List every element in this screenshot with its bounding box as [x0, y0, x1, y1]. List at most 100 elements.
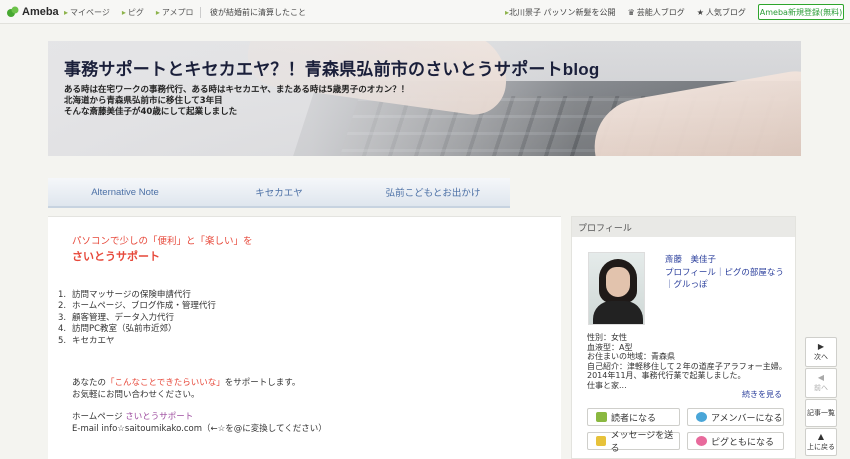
article-list-button[interactable]: 記事一覧 [805, 399, 837, 427]
note-prefix: あなたの [72, 378, 107, 388]
ameba-logo-text: Ameba [22, 6, 59, 18]
back-to-top-label: 上に戻る [807, 443, 835, 451]
floating-article-nav: ▶ 次へ ◀ 前へ 記事一覧 ▲ 上に戻る [805, 337, 837, 456]
triangle-left-icon: ◀ [817, 373, 825, 382]
arrow-icon: ▸ [155, 8, 160, 17]
top-right-links: ▸北川景子 パッソン新髪を公開 ♛ 芸能人ブログ ★ 人気ブログ [505, 7, 746, 18]
register-button[interactable]: Ameba新規登録(無料) [758, 4, 844, 20]
news-link[interactable]: 彼が結婚前に清算したこと [200, 7, 306, 18]
top-nav: ▸ マイページ ▸ ピグ ▸ アメプロ [64, 7, 194, 18]
list-item: 4. 訪問PC教室（弘前市近郊） [58, 324, 216, 335]
become-reader-label: 読者になる [611, 413, 657, 424]
list-item-number: 2. [58, 301, 67, 312]
profile-info-line: 自己紹介：津軽移住して２年の道産子アラフォー主婦。 2014年11月、事務代行業… [587, 361, 787, 381]
celeb-blog-label: 芸能人ブログ [636, 8, 685, 17]
ameba-logo-icon [7, 6, 19, 17]
list-item-number: 3. [58, 312, 67, 323]
avatar[interactable] [588, 252, 645, 325]
read-more-link[interactable]: 続きを見る [742, 389, 782, 400]
star-icon: ★ [696, 8, 704, 17]
nav-pig[interactable]: ▸ ピグ [122, 7, 144, 18]
celeb-blog-link[interactable]: ♛ 芸能人ブログ [628, 7, 685, 18]
blog-header-banner[interactable]: 事務サポートとキセカエヤ？！青森県弘前市のさいとうサポートblog ある時は在宅… [48, 41, 801, 156]
profile-info-line: 性別：女性 [587, 333, 627, 342]
list-item-label: ホームページ、ブログ作成・管理代行 [72, 301, 216, 312]
email-line: E-mail info☆saitoumikako.com（←☆を@に変換してくだ… [72, 424, 327, 434]
ameba-header-bar: Ameba ▸ マイページ ▸ ピグ ▸ アメプロ 彼が結婚前に清算したこと ▸北川景… [0, 0, 850, 24]
pig-icon [696, 436, 707, 446]
list-item: 1. 訪問マッサージの保険申請代行 [58, 290, 216, 301]
become-amember-button[interactable]: アメンバーになる [687, 408, 784, 426]
list-item-number: 5. [58, 335, 67, 346]
triangle-right-icon: ▶ [817, 342, 825, 351]
become-pigfriend-button[interactable]: ピグともになる [687, 432, 784, 450]
amember-icon [696, 412, 707, 422]
profile-header: プロフィール [572, 217, 795, 237]
blog-desc-line: そんな斎藤美佳子が40歳にして起業しました [64, 107, 238, 117]
triangle-up-icon: ▲ [817, 432, 825, 441]
become-pigfriend-label: ピグともになる [711, 437, 775, 448]
blog-desc-line: ある時は在宅ワークの事務代行、ある時はキセカエヤ、またある時は5歳男子のオカン？… [64, 85, 410, 95]
send-message-button[interactable]: メッセージを送る [587, 431, 680, 454]
popular-blog-label: 人気ブログ [705, 8, 746, 17]
profile-links[interactable]: プロフィール｜ピグの部屋なう｜グルっぽ [665, 268, 785, 291]
tab-kisekaeya[interactable]: キセカエヤ [202, 178, 356, 206]
nav-pig-label: ピグ [127, 8, 144, 17]
become-amember-label: アメンバーになる [711, 413, 783, 424]
profile-widget: プロフィール 斎藤 美佳子 プロフィール｜ピグの部屋なう｜グルっぽ 性別：女性 … [571, 216, 796, 459]
send-message-label: メッセージを送る [610, 431, 674, 454]
topic-label: 北川景子 パッソン新髪を公開 [509, 8, 616, 17]
become-reader-button[interactable]: 読者になる [587, 408, 680, 426]
lead-tagline: パソコンで少しの「便利」と「楽しい」を [72, 236, 253, 247]
arrow-icon: ▸ [64, 8, 69, 17]
profile-info-line: 血液型：A型 [587, 342, 633, 352]
avatar-body [593, 301, 643, 324]
homepage-label: ホームページ [72, 412, 123, 422]
ameba-logo[interactable]: Ameba [6, 5, 59, 19]
tab-hirosaki-kids[interactable]: 弘前こどもとお出かけ [356, 178, 510, 206]
avatar-face [606, 267, 630, 297]
next-label: 次へ [814, 353, 828, 361]
service-list: 1. 訪問マッサージの保険申請代行 2. ホームページ、ブログ作成・管理代行 3. 顧… [58, 290, 216, 347]
topic-link[interactable]: ▸北川景子 パッソン新髪を公開 [505, 7, 616, 18]
blog-description: ある時は在宅ワークの事務代行、ある時はキセカエヤ、またある時は5歳男子のオカン？… [64, 85, 409, 118]
homepage-line: ホームページ さいとうサポート [72, 410, 193, 422]
crown-icon: ♛ [627, 8, 635, 17]
note-suffix: をサポートします。 [224, 378, 301, 388]
book-icon [596, 412, 607, 422]
list-item: 3. 顧客管理、データ入力代行 [58, 313, 216, 324]
nav-mypage[interactable]: ▸ マイページ [64, 7, 110, 18]
prev-label: 前へ [814, 384, 828, 392]
list-item-number: 1. [58, 290, 67, 300]
tab-alternative-note[interactable]: Alternative Note [48, 178, 202, 206]
profile-name[interactable]: 斎藤 美佳子 [665, 253, 716, 265]
nav-amepro[interactable]: ▸ アメプロ [156, 7, 194, 18]
profile-info-line: お住まいの地域：青森県 [587, 352, 675, 362]
blog-nav-tabs: Alternative Note キセカエヤ 弘前こどもとお出かけ [48, 178, 510, 208]
list-item: 5. キセカエヤ [58, 336, 216, 347]
list-item-number: 4. [58, 324, 67, 335]
nav-mypage-label: マイページ [70, 8, 110, 17]
next-article-button[interactable]: ▶ 次へ [805, 337, 837, 367]
nav-amepro-label: アメプロ [161, 8, 194, 17]
profile-info: 性別：女性 血液型：A型 お住まいの地域：青森県 自己紹介：津軽移住して２年の道… [587, 333, 787, 391]
list-item-label: 訪問PC教室（弘前市近郊） [72, 324, 177, 335]
contact-note: お気軽にお問い合わせください。 [72, 390, 200, 400]
mail-icon [596, 436, 607, 446]
popular-blog-link[interactable]: ★ 人気ブログ [697, 7, 746, 18]
list-item-label: キセカエヤ [72, 335, 115, 346]
arrow-icon: ▸ [121, 8, 126, 17]
prev-article-button[interactable]: ◀ 前へ [805, 368, 837, 398]
homepage-link[interactable]: さいとうサポート [125, 412, 193, 422]
list-item-label: 顧客管理、データ入力代行 [72, 312, 175, 323]
back-to-top-button[interactable]: ▲ 上に戻る [805, 428, 837, 456]
article-list-label: 記事一覧 [807, 409, 835, 417]
list-item: 2. ホームページ、ブログ作成・管理代行 [58, 301, 216, 312]
note-highlight: 「こんなことできたらいいな」 [106, 378, 225, 388]
main-content: パソコンで少しの「便利」と「楽しい」を さいとうサポート 1. 訪問マッサージの保… [48, 216, 561, 459]
list-item-label: 訪問マッサージの保険申請代行 [72, 290, 191, 300]
blog-title[interactable]: 事務サポートとキセカエヤ？！青森県弘前市のさいとうサポートblog [64, 55, 599, 80]
lead-company-name: さいとうサポート [72, 250, 160, 263]
support-note: あなたの「こんなことできたらいいな」をサポートします。 [72, 376, 300, 388]
blog-desc-line: 北海道から青森県弘前市に移住して3年目 [64, 96, 223, 106]
